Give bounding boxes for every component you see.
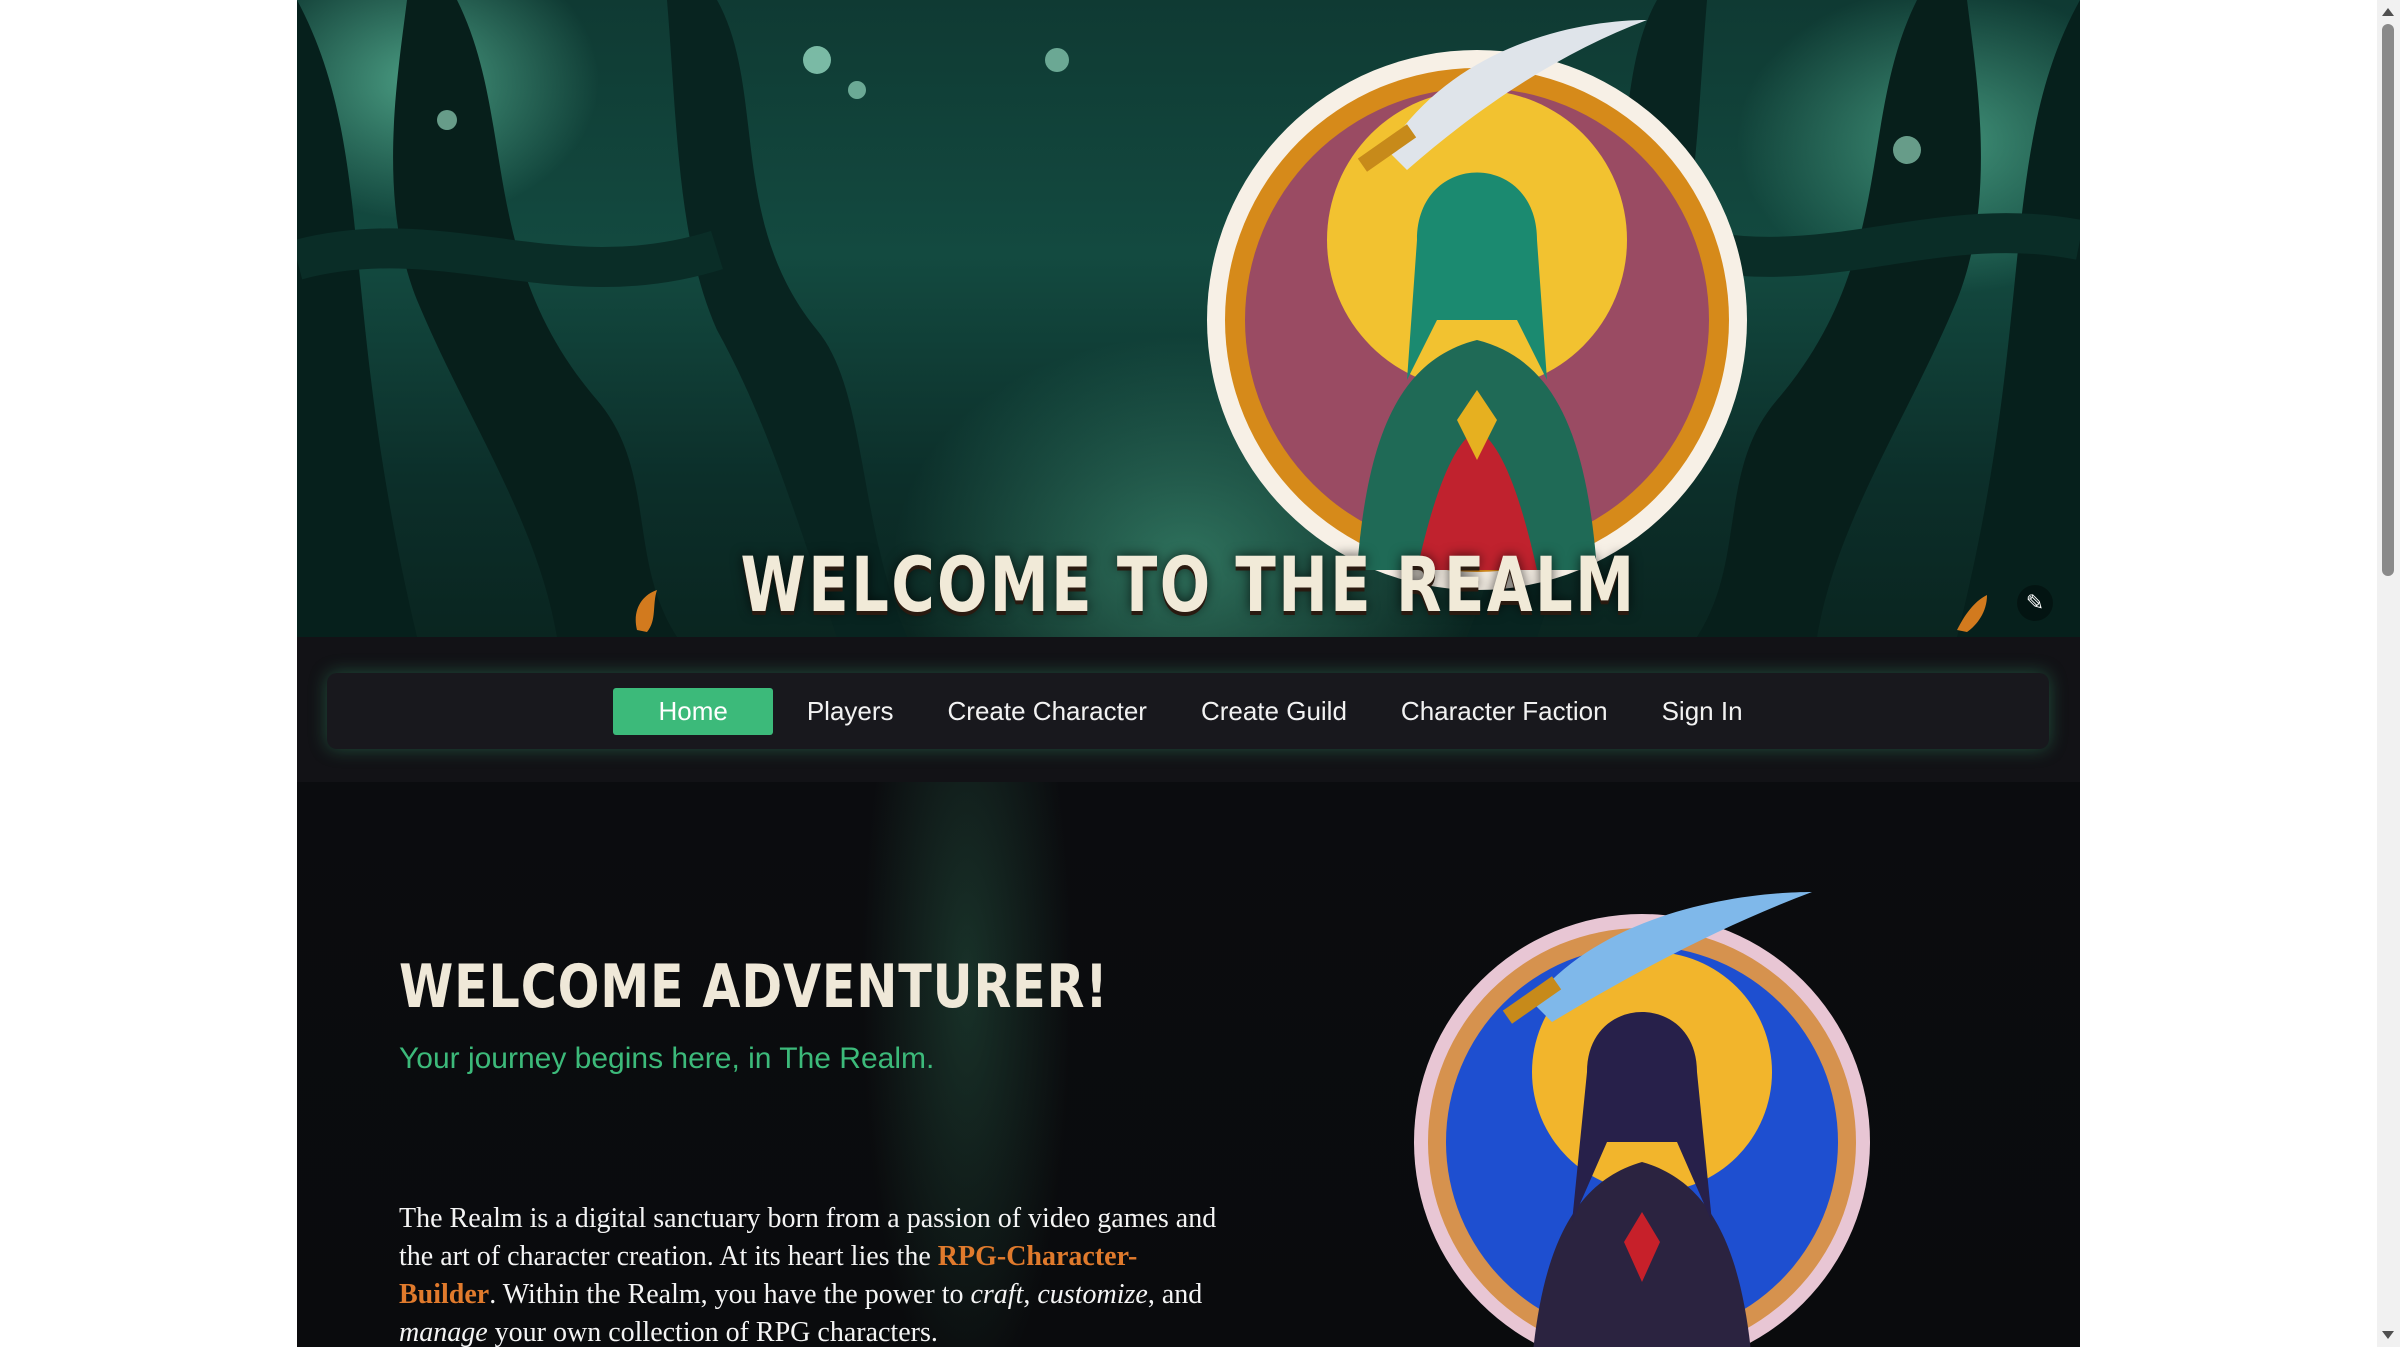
page-subtitle: Your journey begins here, in The Realm.	[399, 1042, 935, 1075]
nav-item-create-guild[interactable]: Create Guild	[1181, 688, 1367, 735]
page: WELCOME TO THE REALM ✎ Home Players Crea…	[297, 0, 2080, 1347]
hero-title: WELCOME TO THE REALM	[740, 540, 1637, 629]
dark-warrior-emblem	[1414, 892, 1870, 1347]
nav-item-players[interactable]: Players	[787, 688, 914, 735]
intro-text: ,	[1023, 1279, 1038, 1310]
intro-text: . Within the Realm, you have the power t…	[489, 1279, 971, 1310]
main-content: WELCOME ADVENTURER! Your journey begins …	[297, 782, 2080, 1347]
intro-text: , and	[1147, 1279, 1203, 1310]
nav-item-sign-in[interactable]: Sign In	[1642, 688, 1763, 735]
nav-bar-container: Home Players Create Character Create Gui…	[297, 637, 2080, 782]
nav-item-create-character[interactable]: Create Character	[928, 688, 1167, 735]
nav-item-home[interactable]: Home	[613, 687, 773, 735]
nav-item-character-faction[interactable]: Character Faction	[1381, 688, 1628, 735]
scroll-up-arrow-icon[interactable]	[2382, 8, 2394, 16]
scroll-down-arrow-icon[interactable]	[2382, 1331, 2394, 1339]
intro-em-manage: manage	[399, 1317, 488, 1347]
main-nav: Home Players Create Character Create Gui…	[327, 673, 2049, 749]
page-title: WELCOME ADVENTURER!	[399, 952, 1109, 1022]
intro-em-craft: craft	[970, 1279, 1024, 1310]
scrollbar-thumb[interactable]	[2382, 24, 2394, 576]
intro-paragraph: The Realm is a digital sanctuary born fr…	[399, 1200, 1219, 1347]
intro-text: your own collection of RPG characters.	[487, 1317, 938, 1347]
hero-banner: WELCOME TO THE REALM ✎	[297, 0, 2080, 637]
intro-em-customize: customize	[1037, 1279, 1148, 1310]
vertical-scrollbar[interactable]	[2377, 0, 2400, 1347]
magic-wand-icon[interactable]: ✎	[2017, 585, 2053, 621]
